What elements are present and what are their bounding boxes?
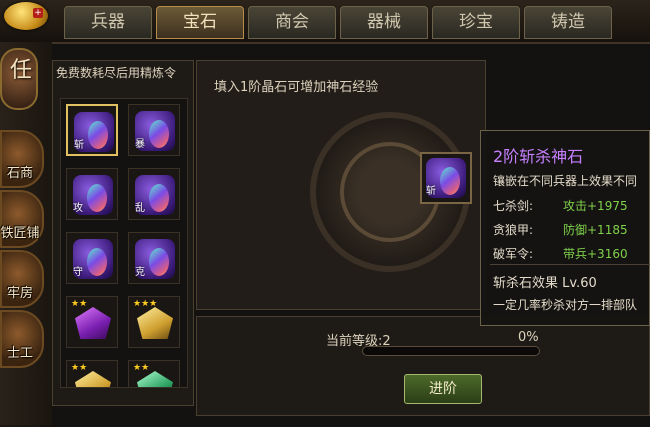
- exp-progress-bar: [362, 346, 540, 356]
- inventory-slot[interactable]: 克: [128, 232, 180, 284]
- star-icon: ★★★: [133, 299, 158, 309]
- god-stone-slot[interactable]: 斩: [420, 152, 472, 204]
- star-icon: ★★: [133, 363, 150, 373]
- star-icon: ★★: [71, 363, 88, 373]
- tab-forge[interactable]: 铸造: [524, 6, 612, 39]
- tooltip-divider: [490, 264, 650, 265]
- gem-type-label: 斩: [426, 186, 436, 197]
- tab-machinery[interactable]: 器械: [340, 6, 428, 39]
- inventory-slot[interactable]: ★★: [66, 296, 118, 348]
- sidebar-item-label: 石商: [6, 166, 33, 181]
- purple-crystal-icon: [75, 307, 111, 339]
- inventory-slot[interactable]: ★★: [66, 360, 118, 388]
- tab-guild[interactable]: 商会: [248, 6, 336, 39]
- tab-treasure[interactable]: 珍宝: [432, 6, 520, 39]
- inventory-slot[interactable]: ★★★: [128, 296, 180, 348]
- gem-type-label: 乱: [135, 203, 145, 214]
- inventory-slot[interactable]: 斩: [66, 104, 118, 156]
- refine-hint-text: 填入1阶晶石可增加神石经验: [214, 80, 379, 95]
- stat-value: 带兵+3160: [563, 247, 628, 261]
- add-gold-icon[interactable]: +: [33, 8, 43, 18]
- gold-crystal-icon: [137, 307, 173, 339]
- stat-name: 七杀剑:: [493, 199, 534, 213]
- stat-value: 攻击+1975: [563, 199, 628, 213]
- stat-name: 贪狼甲:: [493, 223, 534, 237]
- sidebar-title-char: 任: [10, 58, 33, 83]
- advance-button[interactable]: 进阶: [404, 374, 482, 404]
- gem-type-label: 守: [73, 267, 83, 278]
- progress-percent: 0%: [518, 330, 539, 345]
- tooltip-title: 2阶斩杀神石: [493, 147, 584, 166]
- sidebar-item-label: 士工: [6, 346, 33, 361]
- gem-type-label: 暴: [135, 139, 145, 150]
- green-crystal-icon: [137, 371, 173, 387]
- sidebar-item-label: 铁匠铺: [0, 226, 40, 241]
- stat-value: 防御+1185: [563, 223, 628, 237]
- gem-type-label: 斩: [74, 140, 84, 151]
- inventory-slot[interactable]: ★★: [128, 360, 180, 388]
- gem-type-label: 克: [135, 267, 145, 278]
- inventory-slot[interactable]: 暴: [128, 104, 180, 156]
- stat-name: 破军令:: [493, 247, 534, 261]
- star-icon: ★★: [71, 299, 88, 309]
- effect-title: 斩杀石效果 Lv.60: [493, 276, 597, 291]
- gold-crystal-icon: [75, 371, 111, 387]
- inventory-slot[interactable]: 乱: [128, 168, 180, 220]
- effect-description: 一定几率秒杀对方一排部队: [493, 298, 638, 312]
- gem-type-label: 攻: [73, 203, 83, 214]
- inventory-slot[interactable]: 守: [66, 232, 118, 284]
- tab-gems[interactable]: 宝石: [156, 6, 244, 39]
- tooltip-subtitle: 镶嵌在不同兵器上效果不同: [493, 174, 638, 188]
- inventory-slot[interactable]: 攻: [66, 168, 118, 220]
- sidebar-item-label: 牢房: [6, 286, 33, 301]
- inventory-title: 免费数耗尽后用精炼令: [56, 66, 177, 80]
- tab-weapons[interactable]: 兵器: [64, 6, 152, 39]
